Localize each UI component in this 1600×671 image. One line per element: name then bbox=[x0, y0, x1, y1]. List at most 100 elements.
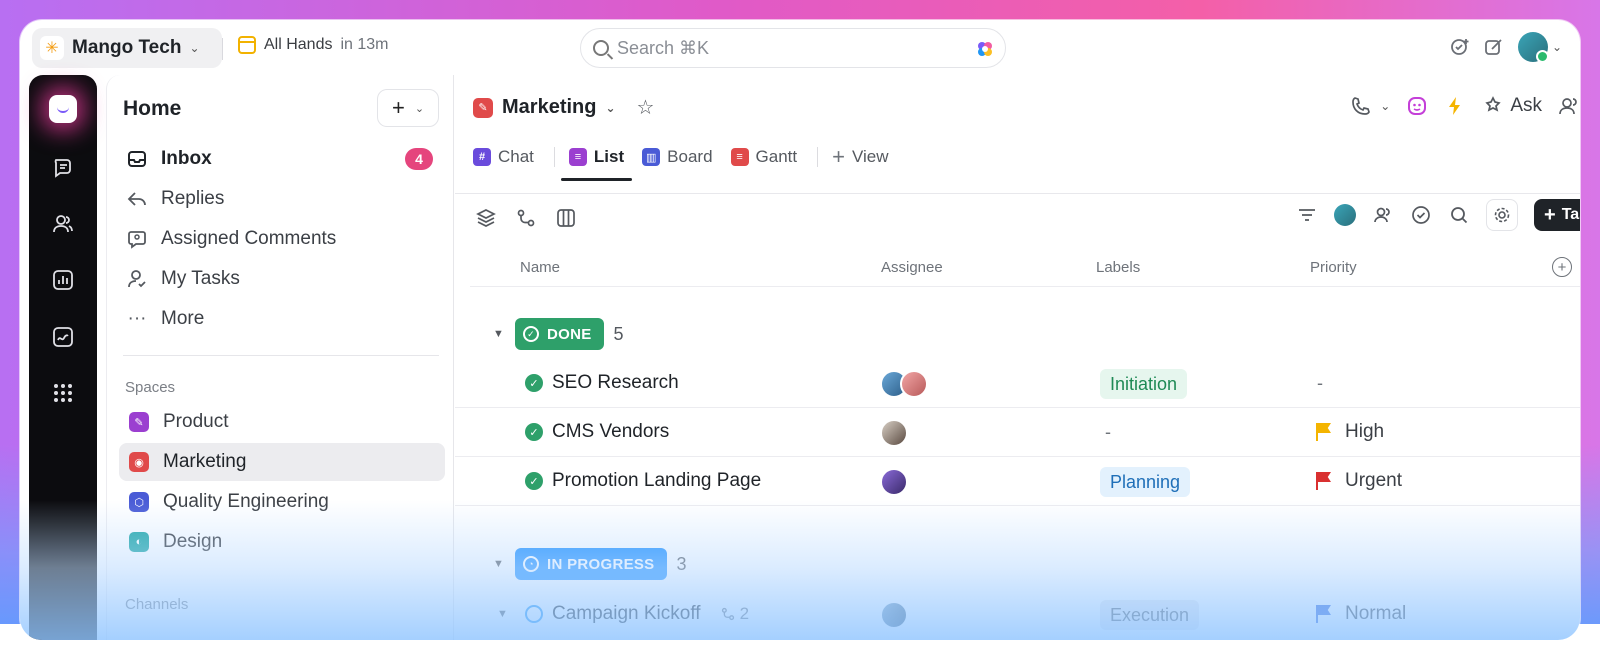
tab-label: Board bbox=[667, 147, 713, 166]
sidebar-item-replies[interactable]: Replies bbox=[127, 181, 443, 217]
sidebar-item-my-tasks[interactable]: My Tasks bbox=[127, 261, 443, 297]
search-icon[interactable] bbox=[1448, 204, 1470, 226]
chevron-down-icon[interactable]: ⌄ bbox=[1552, 40, 1562, 54]
assignees-icon[interactable] bbox=[1372, 204, 1394, 226]
task-name[interactable]: Promotion Landing Page bbox=[552, 470, 761, 492]
table-row[interactable]: ✓ CMS Vendors - High bbox=[455, 409, 1580, 457]
sidebar-item-label: Assigned Comments bbox=[161, 228, 337, 249]
automation-bolt-icon[interactable] bbox=[1444, 95, 1466, 117]
upcoming-event[interactable]: All Hands in 13m bbox=[238, 36, 389, 54]
table-row[interactable]: ✓ SEO Research Initiation - bbox=[455, 360, 1580, 408]
gantt-icon: ≡ bbox=[730, 148, 749, 166]
divider bbox=[455, 193, 1580, 194]
space-design[interactable]: ◐ Design bbox=[119, 523, 445, 561]
table-row[interactable]: ✓ Promotion Landing Page Planning Urgent bbox=[455, 458, 1580, 506]
assignee-avatars[interactable] bbox=[880, 468, 908, 496]
label-pill[interactable]: Planning bbox=[1100, 467, 1191, 497]
teams-icon[interactable] bbox=[51, 212, 75, 236]
tab-chat[interactable]: # Chat bbox=[473, 135, 544, 179]
settings-button[interactable] bbox=[1486, 199, 1518, 231]
sidebar-item-assigned-comments[interactable]: Assigned Comments bbox=[127, 221, 443, 257]
space-marketing[interactable]: ◉ Marketing bbox=[119, 443, 445, 481]
chevron-down-icon[interactable]: ⌄ bbox=[1380, 99, 1390, 113]
marketing-space-icon: ◉ bbox=[129, 452, 149, 472]
column-header-labels[interactable]: Labels bbox=[1096, 259, 1140, 276]
star-icon[interactable]: ☆ bbox=[637, 95, 655, 120]
done-check-icon[interactable]: ✓ bbox=[525, 472, 543, 490]
chevron-down-icon[interactable]: ⌄ bbox=[605, 101, 615, 115]
page-title-label: Marketing bbox=[502, 96, 597, 118]
chat-icon[interactable] bbox=[51, 155, 75, 179]
in-progress-icon[interactable] bbox=[525, 605, 543, 623]
label-pill[interactable]: Initiation bbox=[1100, 369, 1188, 399]
label-pill[interactable]: Execution bbox=[1100, 600, 1200, 630]
page-title[interactable]: ✎ Marketing ⌄ ☆ bbox=[473, 95, 654, 120]
ask-button[interactable]: Ask bbox=[1482, 95, 1542, 117]
avatar bbox=[880, 419, 908, 447]
compose-icon[interactable] bbox=[1484, 37, 1504, 57]
caret-down-icon[interactable]: ▼ bbox=[493, 558, 505, 570]
subtasks-icon[interactable] bbox=[515, 207, 537, 229]
sidebar-item-more[interactable]: ··· More bbox=[127, 301, 443, 337]
tab-list[interactable]: ≡ List bbox=[560, 135, 634, 181]
create-button[interactable]: + ⌄ bbox=[377, 89, 439, 127]
ask-label: Ask bbox=[1510, 95, 1542, 116]
status-pill-done[interactable]: ✓ DONE bbox=[515, 318, 604, 350]
check-circle-icon[interactable] bbox=[1410, 204, 1432, 226]
priority-cell[interactable]: Normal bbox=[1315, 603, 1406, 625]
share-members-icon[interactable] bbox=[1558, 95, 1580, 117]
check-plus-icon[interactable] bbox=[1450, 37, 1470, 57]
done-check-icon[interactable]: ✓ bbox=[525, 374, 543, 392]
columns-icon[interactable] bbox=[555, 207, 577, 229]
subtask-count[interactable]: 2 bbox=[720, 604, 749, 624]
search-bar[interactable]: Search ⌘K bbox=[580, 28, 1006, 68]
assignee-avatars[interactable] bbox=[880, 370, 928, 398]
column-header-priority[interactable]: Priority bbox=[1310, 259, 1357, 276]
label-empty[interactable]: - bbox=[1105, 422, 1111, 443]
ai-brain-icon[interactable] bbox=[975, 39, 995, 59]
add-column-icon[interactable]: + bbox=[1552, 257, 1572, 277]
assignee-avatars[interactable] bbox=[880, 601, 908, 629]
caret-down-icon[interactable]: ▼ bbox=[493, 328, 505, 340]
ai-assistant-icon[interactable] bbox=[1406, 95, 1428, 117]
search-placeholder: Search ⌘K bbox=[617, 37, 710, 58]
priority-empty[interactable]: - bbox=[1317, 373, 1323, 394]
tab-gantt[interactable]: ≡ Gantt bbox=[730, 135, 808, 179]
tab-board[interactable]: ▥ Board bbox=[642, 135, 722, 179]
workspace-switcher[interactable]: ✳ Mango Tech ⌄ bbox=[32, 28, 222, 68]
person-icon bbox=[127, 269, 147, 289]
me-mode-avatar[interactable] bbox=[1334, 204, 1356, 226]
chevron-down-icon: ⌄ bbox=[414, 102, 425, 115]
priority-cell[interactable]: High bbox=[1315, 421, 1384, 443]
task-name[interactable]: CMS Vendors bbox=[552, 421, 669, 443]
caret-down-icon[interactable]: ▼ bbox=[497, 608, 509, 620]
sidebar-item-inbox[interactable]: Inbox 4 bbox=[127, 141, 443, 177]
add-view-button[interactable]: + View bbox=[832, 135, 898, 179]
event-title: All Hands bbox=[264, 36, 333, 53]
filter-icon[interactable] bbox=[1296, 204, 1318, 226]
dashboards-icon[interactable] bbox=[51, 268, 75, 292]
home-icon[interactable] bbox=[49, 95, 77, 123]
layers-icon[interactable] bbox=[475, 207, 497, 229]
user-avatar[interactable] bbox=[1517, 32, 1549, 63]
assignee-avatars[interactable] bbox=[880, 419, 908, 447]
add-task-button[interactable]: + Task bbox=[1534, 199, 1580, 231]
task-name[interactable]: SEO Research bbox=[552, 372, 679, 394]
task-name[interactable]: Campaign Kickoff bbox=[552, 603, 701, 625]
table-row[interactable]: ▼ Campaign Kickoff 2 Execution Normal bbox=[455, 591, 1580, 639]
priority-cell[interactable]: Urgent bbox=[1315, 470, 1402, 492]
tab-label: Gantt bbox=[755, 147, 798, 166]
avatar bbox=[880, 601, 908, 629]
comment-icon bbox=[127, 229, 147, 249]
column-header-assignee[interactable]: Assignee bbox=[881, 259, 943, 276]
clips-icon[interactable] bbox=[51, 325, 75, 349]
reply-icon bbox=[127, 189, 147, 209]
space-quality-engineering[interactable]: ⬡ Quality Engineering bbox=[119, 483, 445, 521]
apps-grid-icon[interactable] bbox=[51, 381, 75, 405]
marketing-space-icon: ✎ bbox=[473, 97, 493, 118]
space-product[interactable]: ✎ Product bbox=[119, 403, 445, 441]
done-check-icon[interactable]: ✓ bbox=[525, 423, 543, 441]
call-icon[interactable] bbox=[1350, 95, 1372, 117]
column-header-name[interactable]: Name bbox=[520, 259, 560, 276]
status-pill-in-progress[interactable]: ◔ IN PROGRESS bbox=[515, 548, 667, 580]
